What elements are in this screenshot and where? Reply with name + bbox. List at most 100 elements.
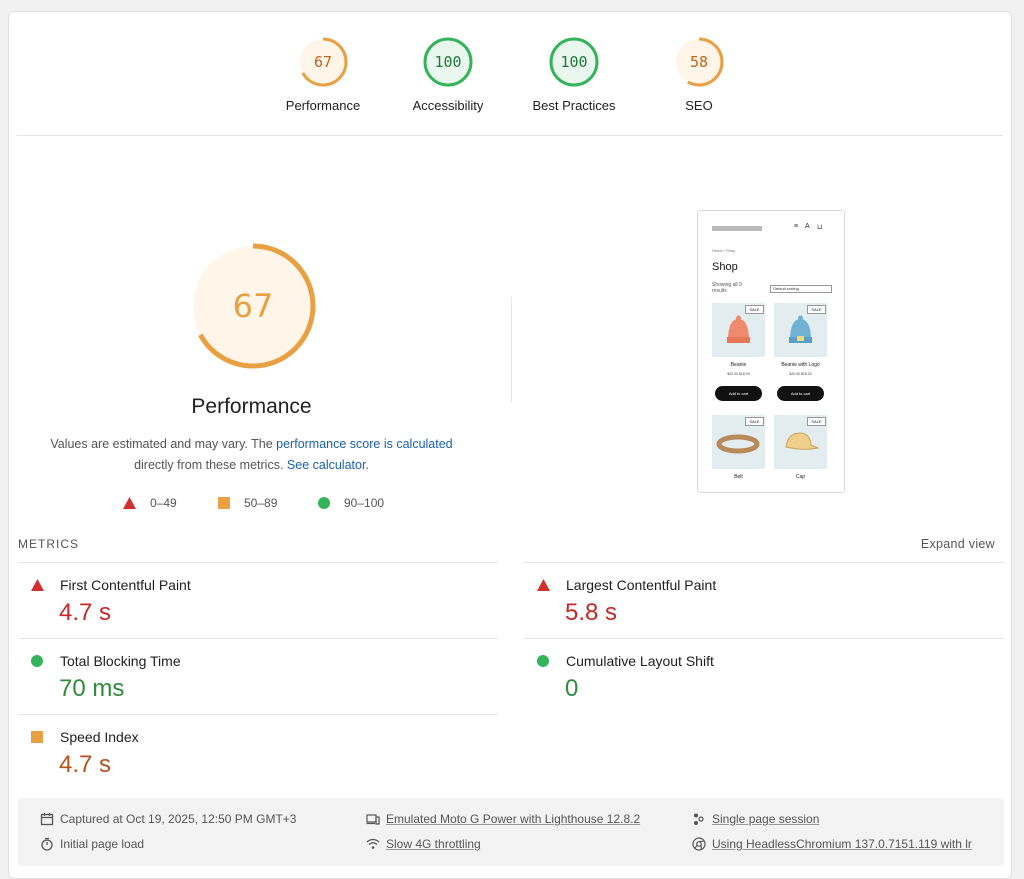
site-logo — [712, 226, 762, 231]
score-gauge-best-practices[interactable]: 100 Best Practices — [514, 36, 634, 113]
triangle-icon — [123, 497, 136, 509]
product-image: SALE — [774, 303, 827, 357]
metric-value: 70 ms — [59, 675, 125, 702]
score-calculated-link[interactable]: performance score is calculated — [276, 437, 452, 451]
circle-icon — [537, 655, 549, 667]
runtime-settings-footer: Captured at Oct 19, 2025, 12:50 PM GMT+3… — [18, 798, 1004, 866]
product-image: SALE — [712, 415, 765, 469]
header-divider — [17, 135, 1003, 136]
gauge-ring: 100 — [422, 36, 474, 88]
session-text[interactable]: Single page session — [712, 812, 819, 826]
initial-page-load: Initial page load — [40, 837, 144, 851]
product-image: SALE — [712, 303, 765, 357]
metrics-heading: METRICS — [18, 537, 79, 551]
gauge-ring: 100 — [548, 36, 600, 88]
sale-badge: SALE — [745, 417, 764, 426]
metric-divider — [18, 714, 498, 715]
captured-text: Captured at Oct 19, 2025, 12:50 PM GMT+3 — [60, 812, 297, 826]
description-text: Values are estimated and may vary. The — [50, 437, 277, 451]
description-text: . — [365, 458, 369, 472]
sale-badge: SALE — [807, 417, 826, 426]
chrome-icon — [692, 837, 706, 851]
vertical-divider — [511, 297, 512, 403]
gauge-ring: 58 — [673, 36, 725, 88]
report-card: 67 Performance 100 Accessibility 100 Bes… — [8, 11, 1012, 879]
product-name: Beanie with Logo — [781, 362, 820, 368]
throttling-text[interactable]: Slow 4G throttling — [386, 837, 481, 851]
product-name: Belt — [734, 474, 743, 480]
calendar-icon — [40, 813, 54, 826]
metric-cumulative-layout-shift: Cumulative Layout Shift 0 — [524, 653, 984, 713]
see-calculator-link[interactable]: See calculator — [287, 458, 366, 472]
legend-pass: 90–100 — [318, 496, 384, 510]
circle-icon — [318, 497, 330, 509]
product-price: $20.00 $18.00 — [789, 372, 812, 376]
square-icon — [218, 497, 230, 509]
metric-value: 4.7 s — [59, 751, 112, 778]
metric-divider — [18, 638, 498, 639]
legend-label: 0–49 — [150, 496, 177, 510]
menu-icon: ≡ — [794, 223, 799, 230]
product-price: $20.00 $18.00 — [727, 372, 750, 376]
metric-value: 4.7 s — [59, 599, 112, 626]
metric-speed-index: Speed Index 4.7 s — [18, 729, 478, 789]
legend-label: 90–100 — [344, 496, 385, 510]
session-icon — [694, 813, 704, 825]
browser-text[interactable]: Using HeadlessChromium 137.0.7151.119 wi… — [712, 837, 972, 851]
stopwatch-icon — [41, 837, 53, 851]
final-screenshot[interactable]: ≡ A ⊔ Home / Shop Shop Showing all 9 res… — [697, 210, 845, 493]
network-throttling[interactable]: Slow 4G throttling — [366, 837, 481, 851]
emulated-text[interactable]: Emulated Moto G Power with Lighthouse 12… — [386, 812, 640, 826]
product-name: Beanie — [730, 362, 747, 368]
metric-divider — [18, 562, 498, 563]
expand-view-toggle[interactable]: Expand view — [921, 537, 995, 551]
metric-first-contentful-paint: First Contentful Paint 4.7 s — [18, 577, 478, 637]
sale-badge: SALE — [745, 305, 764, 314]
legend-average: 50–89 — [218, 496, 277, 510]
score-value: 67 — [313, 53, 333, 71]
score-value: 100 — [434, 53, 462, 71]
legend-label: 50–89 — [244, 496, 278, 510]
score-label: Best Practices — [532, 98, 616, 113]
metric-value: 5.8 s — [565, 599, 618, 626]
metric-largest-contentful-paint: Largest Contentful Paint 5.8 s — [524, 577, 984, 637]
shop-title: Shop — [712, 261, 738, 273]
score-gauge-accessibility[interactable]: 100 Accessibility — [388, 36, 508, 113]
metric-value: 0 — [565, 675, 579, 702]
metric-title: First Contentful Paint — [60, 577, 191, 593]
gauge-ring: 67 — [297, 36, 349, 88]
sale-badge: SALE — [807, 305, 826, 314]
product-name: Cap — [795, 474, 806, 480]
product-image: SALE — [774, 415, 827, 469]
score-label: SEO — [685, 98, 713, 113]
page-session[interactable]: Single page session — [692, 812, 819, 826]
score-value: 100 — [560, 53, 588, 71]
square-icon — [31, 731, 43, 743]
metric-title: Speed Index — [60, 729, 139, 745]
account-icon: A — [805, 223, 810, 230]
add-to-cart-button: Add to cart — [777, 386, 824, 401]
result-count: Showing all 9 results — [712, 282, 742, 294]
performance-title: Performance — [191, 395, 312, 418]
description-text: directly from these metrics. — [134, 458, 287, 472]
metric-title: Cumulative Layout Shift — [566, 653, 714, 669]
breadcrumb: Home / Shop — [712, 248, 736, 253]
score-gauge-seo[interactable]: 58 SEO — [639, 36, 759, 113]
sorting-select: Default sorting — [770, 285, 832, 293]
add-to-cart-button: Add to cart — [715, 386, 762, 401]
captured-at: Captured at Oct 19, 2025, 12:50 PM GMT+3 — [40, 812, 296, 826]
metric-total-blocking-time: Total Blocking Time 70 ms — [18, 653, 478, 713]
devices-icon — [366, 814, 380, 825]
metric-divider — [524, 638, 1004, 639]
performance-score: 67 — [232, 287, 274, 325]
legend-fail: 0–49 — [123, 496, 177, 510]
score-label: Accessibility — [412, 98, 484, 113]
emulated-device[interactable]: Emulated Moto G Power with Lighthouse 12… — [366, 812, 640, 826]
performance-description: Values are estimated and may vary. The p… — [39, 434, 464, 476]
score-value: 58 — [689, 53, 709, 71]
metric-divider — [524, 562, 1004, 563]
cart-icon: ⊔ — [817, 224, 823, 231]
circle-icon — [31, 655, 43, 667]
score-gauge-performance[interactable]: 67 Performance — [263, 36, 383, 113]
browser-version[interactable]: Using HeadlessChromium 137.0.7151.119 wi… — [692, 837, 972, 851]
